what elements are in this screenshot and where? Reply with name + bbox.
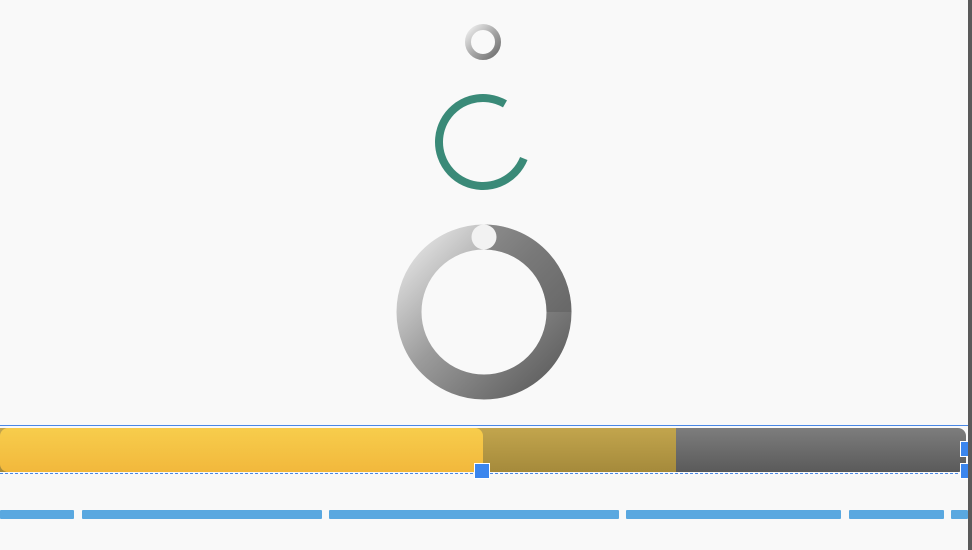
segment (951, 510, 968, 519)
window-edge (968, 0, 972, 550)
segment (626, 510, 841, 519)
small-spinner-icon (465, 24, 501, 60)
segment (0, 510, 74, 519)
segmented-progress (0, 510, 968, 519)
resize-handle-right-top[interactable] (960, 441, 968, 457)
progress-fill (0, 428, 483, 472)
large-spinner-icon (396, 224, 572, 400)
resize-handle-bottom[interactable] (474, 463, 490, 479)
resize-handle-right-bottom[interactable] (960, 463, 968, 479)
segment (849, 510, 944, 519)
segment (82, 510, 322, 519)
teal-arc-spinner-icon (435, 94, 528, 190)
canvas (0, 0, 968, 550)
segment (329, 510, 619, 519)
